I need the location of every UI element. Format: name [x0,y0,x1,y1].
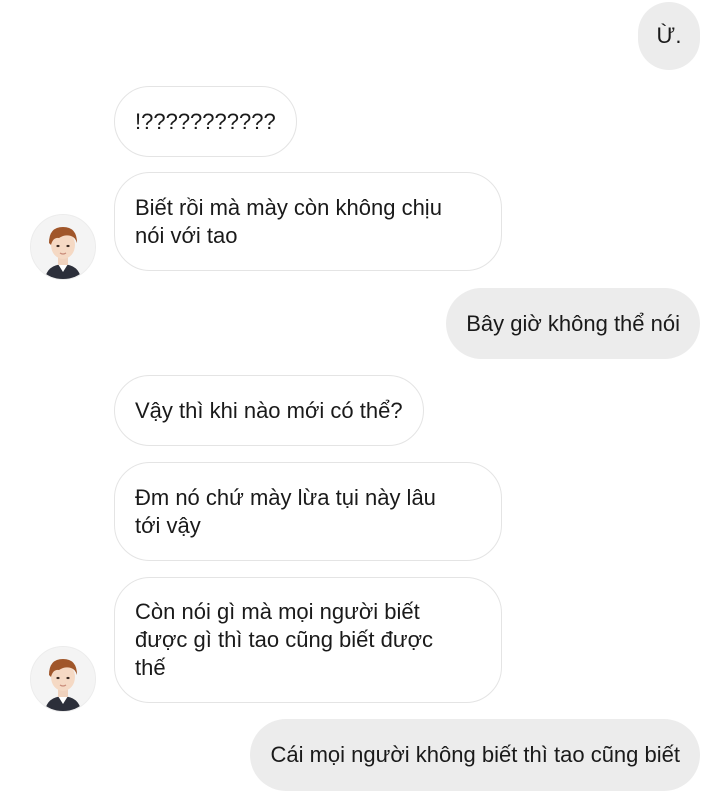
message-bubble-incoming[interactable]: Đm nó chứ mày lừa tụi này lâu tới vậy [114,462,502,561]
message-bubble-incoming[interactable]: Biết rồi mà mày còn không chịu nói với t… [114,172,502,271]
message-bubble-outgoing[interactable]: Ừ. [638,2,700,70]
message-bubble-incoming[interactable]: Còn nói gì mà mọi người biết được gì thì… [114,577,502,703]
profile-photo-icon[interactable] [30,646,96,712]
message-text: Vậy thì khi nào mới có thể? [135,397,403,423]
avatar-illustration [31,215,95,279]
message-bubble-incoming[interactable]: Vậy thì khi nào mới có thể? [114,375,424,446]
message-bubble-outgoing[interactable]: Bây giờ không thể nói [446,288,700,359]
message-text: !??????????? [135,108,276,134]
message-bubble-incoming[interactable]: !??????????? [114,86,297,157]
message-text: Bây giờ không thể nói [466,310,680,336]
profile-photo-icon[interactable] [30,214,96,280]
message-text: Còn nói gì mà mọi người biết được gì thì… [135,599,434,680]
message-text: Ừ. [656,23,682,48]
message-text: Đm nó chứ mày lừa tụi này lâu tới vậy [135,484,436,538]
avatar-illustration [31,647,95,711]
message-text: Cái mọi người không biết thì tao cũng bi… [270,742,680,767]
message-text: Biết rồi mà mày còn không chịu nói với t… [135,194,442,248]
message-bubble-outgoing[interactable]: Cái mọi người không biết thì tao cũng bi… [250,719,700,791]
